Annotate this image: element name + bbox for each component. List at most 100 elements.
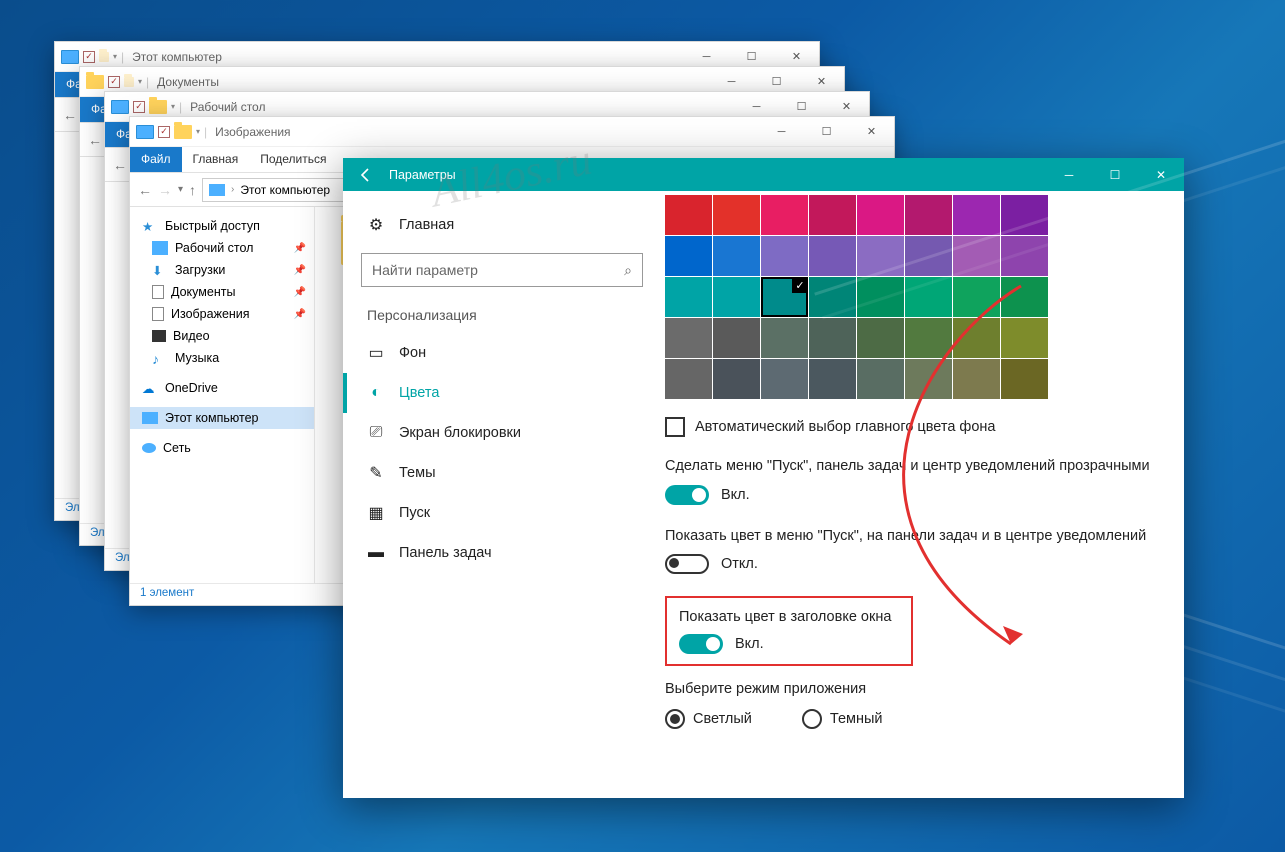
search-input[interactable]: Найти параметр ⌕ [361,253,643,287]
color-swatch[interactable] [713,195,760,235]
nav-start[interactable]: ▦Пуск [357,493,647,533]
breadcrumb-text[interactable]: Этот компьютер [240,183,330,197]
sidebar-thispc[interactable]: Этот компьютер [130,407,314,429]
color-swatch[interactable] [713,359,760,399]
back-button[interactable]: ← [138,182,152,198]
color-swatch[interactable] [1001,318,1048,358]
color-swatch[interactable] [857,359,904,399]
radio-light[interactable]: Светлый [665,709,752,729]
color-swatch[interactable] [1001,195,1048,235]
toggle-titlebar[interactable]: Вкл. [679,634,899,654]
color-swatch[interactable] [905,359,952,399]
checkbox-icon[interactable] [665,417,685,437]
color-swatch[interactable] [809,236,856,276]
minimize-button[interactable]: ─ [1046,158,1092,191]
nav-taskbar[interactable]: ▬Панель задач [357,533,647,573]
color-swatch[interactable] [809,195,856,235]
ribbon-share[interactable]: Поделиться [249,147,337,172]
color-swatch[interactable] [761,195,808,235]
color-swatch[interactable] [713,236,760,276]
nav-home[interactable]: ⚙ Главная [357,205,647,245]
sidebar-downloads[interactable]: ⬇Загрузки📌 [130,259,314,281]
settings-window[interactable]: Параметры ─ ☐ ✕ ⚙ Главная Найти параметр… [343,158,1184,798]
color-swatch[interactable] [1001,277,1048,317]
radio-dark[interactable]: Темный [802,709,883,729]
nav-background[interactable]: ▭Фон [357,333,647,373]
titlebar[interactable]: ✓ ▾ | Изображения ─ ☐ ✕ [130,117,894,147]
color-swatch[interactable] [905,277,952,317]
color-swatch[interactable] [905,195,952,235]
color-swatch[interactable] [953,359,1000,399]
toggle-switch-on[interactable] [665,485,709,505]
sidebar-documents[interactable]: Документы📌 [130,281,314,303]
close-button[interactable]: ✕ [1138,158,1184,191]
color-swatch[interactable] [761,277,808,317]
up-button[interactable]: ↑ [189,182,196,198]
color-swatch[interactable] [809,359,856,399]
color-swatch[interactable] [857,318,904,358]
nav-lockscreen[interactable]: ⎚Экран блокировки [357,413,647,453]
radio-icon[interactable] [802,709,822,729]
pc-icon [209,184,225,196]
color-swatch[interactable] [809,318,856,358]
back-button[interactable]: ← [113,157,127,173]
color-swatch[interactable] [905,236,952,276]
toggle-switch-on[interactable] [679,634,723,654]
music-icon: ♪ [152,351,168,365]
sidebar-onedrive[interactable]: ☁OneDrive [130,377,314,399]
sidebar-pictures[interactable]: Изображения📌 [130,303,314,325]
sidebar-desktop[interactable]: Рабочий стол📌 [130,237,314,259]
dropdown-icon[interactable]: ▾ [138,77,142,86]
nav-themes[interactable]: ✎Темы [357,453,647,493]
sidebar-quick-access[interactable]: ★Быстрый доступ [130,215,314,237]
color-swatch[interactable] [665,318,712,358]
color-swatch[interactable] [713,318,760,358]
color-swatch[interactable] [953,236,1000,276]
window-controls: ─ ☐ ✕ [759,117,894,147]
ribbon-file[interactable]: Файл [130,147,182,172]
toggle-showcolor[interactable]: Откл. [665,554,1160,574]
dropdown-icon[interactable]: ▾ [196,127,200,136]
color-swatch[interactable] [1001,359,1048,399]
radio-icon[interactable] [665,709,685,729]
maximize-button[interactable]: ☐ [804,117,849,147]
maximize-button[interactable]: ☐ [1092,158,1138,191]
color-swatch[interactable] [665,277,712,317]
auto-color-checkbox[interactable]: Автоматический выбор главного цвета фона [665,417,1160,437]
color-swatch[interactable] [953,195,1000,235]
color-swatch[interactable] [905,318,952,358]
color-swatch[interactable] [857,236,904,276]
separator: | [121,50,124,64]
toggle-switch-off[interactable] [665,554,709,574]
color-swatch[interactable] [665,359,712,399]
color-swatch[interactable] [665,236,712,276]
forward-button[interactable]: → [158,182,172,198]
back-button[interactable] [343,158,389,191]
color-swatch[interactable] [953,277,1000,317]
close-button[interactable]: ✕ [849,117,894,147]
sidebar-videos[interactable]: Видео [130,325,314,347]
sidebar-music[interactable]: ♪Музыка [130,347,314,369]
color-swatch[interactable] [761,318,808,358]
color-swatch[interactable] [665,195,712,235]
settings-titlebar[interactable]: Параметры ─ ☐ ✕ [343,158,1184,191]
back-button[interactable]: ← [63,107,77,123]
history-button[interactable]: ▾ [178,184,183,195]
color-swatch[interactable] [761,359,808,399]
color-swatch[interactable] [857,277,904,317]
color-swatch[interactable] [713,277,760,317]
toggle-transparent[interactable]: Вкл. [665,485,1160,505]
color-swatch[interactable] [809,277,856,317]
color-swatch[interactable] [857,195,904,235]
dropdown-icon[interactable]: ▾ [113,52,117,61]
minimize-button[interactable]: ─ [759,117,804,147]
color-swatch[interactable] [1001,236,1048,276]
dropdown-icon[interactable]: ▾ [171,102,175,111]
ribbon-home[interactable]: Главная [182,147,250,172]
back-button[interactable]: ← [88,132,102,148]
color-swatch[interactable] [761,236,808,276]
color-swatch[interactable] [953,318,1000,358]
status-text: Эл [65,502,80,514]
sidebar-network[interactable]: Сеть [130,437,314,459]
nav-colors[interactable]: ◐Цвета [357,373,647,413]
